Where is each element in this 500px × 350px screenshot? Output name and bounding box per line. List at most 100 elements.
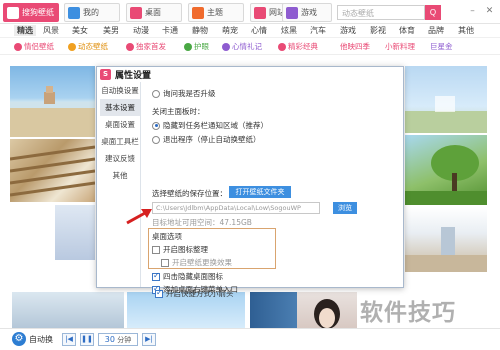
wallpaper-thumbnail[interactable] [55, 205, 95, 260]
hide-icons-label: 四击隐藏桌面图标 [163, 272, 223, 281]
category-item[interactable]: 精选 [14, 25, 36, 36]
desktop-icon [130, 6, 142, 19]
tag-row: 情侣壁纸 动态壁纸 独家首发 护眼 心情礼记 精彩经典 他映四季 小新料理 巨星… [0, 38, 500, 55]
close-button[interactable]: ✕ [483, 5, 496, 18]
category-item[interactable]: 游戏 [340, 25, 356, 36]
previous-button[interactable]: |◀ [62, 333, 76, 346]
wallpaper-effect-checkbox[interactable] [161, 258, 169, 267]
tag-label: 他映四季 [340, 42, 370, 51]
shortcut-arrow-checkbox[interactable] [155, 288, 163, 298]
sogou-logo-icon [7, 6, 19, 19]
close-option-exit[interactable]: 退出程序（停止自动换壁纸） [152, 134, 261, 145]
close-option-hide[interactable]: 隐藏到任务栏通知区域（推荐） [152, 120, 268, 131]
category-item[interactable]: 心情 [251, 25, 267, 36]
hide-to-tray-radio[interactable] [152, 121, 160, 130]
next-button[interactable]: ▶| [142, 333, 156, 346]
desktop-section-title: 桌面选项 [152, 232, 182, 241]
tag-item[interactable]: 精彩经典 [278, 41, 318, 52]
exit-program-radio[interactable] [152, 135, 160, 144]
category-item[interactable]: 静物 [192, 25, 208, 36]
category-item[interactable]: 影视 [370, 25, 386, 36]
wallpaper-thumbnail[interactable] [405, 207, 487, 272]
category-item[interactable]: 炫黑 [281, 25, 297, 36]
tag-item[interactable]: 独家首发 [126, 41, 166, 52]
upgrade-option[interactable]: 询问我是否升级 [152, 88, 216, 99]
watermark-text: 软件技巧 [360, 300, 456, 326]
nav-auto-switch-settings[interactable]: 自动换设置 [100, 82, 140, 99]
wallpaper-thumbnail[interactable] [12, 292, 124, 328]
heart-icon [14, 42, 22, 51]
tag-item[interactable]: 巨星金 [430, 41, 453, 52]
tag-label: 情侣壁纸 [24, 42, 54, 51]
tag-item[interactable]: 动态壁纸 [68, 41, 108, 52]
minimize-button[interactable]: – [466, 5, 479, 18]
wallpaper-effect-label: 开启壁纸更换效果 [172, 258, 232, 267]
film-icon [278, 42, 286, 51]
category-item[interactable]: 美女 [72, 25, 88, 36]
category-row: 精选 风景 美女 美男 动漫 卡通 静物 萌宠 心情 炫黑 汽车 游戏 影视 体… [0, 24, 500, 38]
nav-other[interactable]: 其他 [100, 167, 140, 184]
wallpaper-thumbnail[interactable] [405, 66, 487, 133]
icon-organize-option[interactable]: 开启图标整理 [152, 244, 208, 255]
wallpaper-effect-option[interactable]: 开启壁纸更换效果 [161, 257, 232, 268]
tab-desktop[interactable]: 桌面 [126, 3, 182, 22]
tag-label: 小新料理 [385, 42, 415, 51]
icon-organize-label: 开启图标整理 [163, 245, 208, 254]
nav-feedback[interactable]: 建议反馈 [100, 150, 140, 167]
category-item[interactable]: 卡通 [162, 25, 178, 36]
nav-desktop-toolbar[interactable]: 桌面工具栏 [100, 133, 140, 150]
pause-button[interactable]: ❚❚ [80, 333, 94, 346]
tab-mine[interactable]: 我的 [64, 3, 120, 22]
save-location-title: 选择壁纸的保存位置： [152, 189, 227, 198]
category-item[interactable]: 体育 [399, 25, 415, 36]
category-item[interactable]: 萌宠 [222, 25, 238, 36]
star-icon [126, 42, 134, 51]
save-path-input[interactable]: C:\Users\Jdlbm\AppData\Local\Low\SogouWP [152, 202, 320, 214]
play-icon [68, 42, 76, 51]
gear-icon[interactable]: ⚙ [12, 332, 26, 346]
category-item[interactable]: 美男 [103, 25, 119, 36]
tab-sogou-wallpaper[interactable]: 搜狗壁纸 [3, 3, 59, 22]
user-icon [68, 6, 80, 19]
nav-desktop-settings[interactable]: 桌面设置 [100, 116, 140, 133]
dialog-title: 属性设置 [115, 70, 152, 81]
interval-selector[interactable]: 30 分钟 [98, 333, 138, 346]
category-item[interactable]: 风景 [43, 25, 59, 36]
browse-button[interactable]: 浏览 [333, 202, 357, 214]
hide-icons-option[interactable]: 四击隐藏桌面图标 [152, 271, 223, 282]
shortcut-arrow-option[interactable]: 开启快捷方式小箭头 [155, 288, 234, 299]
category-item[interactable]: 汽车 [310, 25, 326, 36]
wallpaper-thumbnail[interactable] [10, 66, 95, 137]
tag-label: 心情礼记 [232, 42, 262, 51]
tab-label: 搜狗壁纸 [22, 8, 54, 17]
search-input[interactable]: 动态壁纸 [337, 5, 425, 20]
tag-item[interactable]: 他映四季 [340, 41, 370, 52]
wallpaper-thumbnail[interactable] [405, 135, 487, 205]
category-item[interactable]: 品牌 [428, 25, 444, 36]
hide-icons-checkbox[interactable] [152, 271, 160, 281]
open-folder-button[interactable]: 打开壁纸文件夹 [229, 186, 291, 198]
tag-label: 护眼 [194, 42, 209, 51]
tag-item[interactable]: 护眼 [184, 41, 209, 52]
tab-label: 主题 [207, 8, 223, 17]
nav-basic-settings[interactable]: 基本设置 [100, 99, 140, 116]
disk-space-label: 目标地址可用空间：47.15GB [152, 218, 252, 227]
tag-item[interactable]: 情侣壁纸 [14, 41, 54, 52]
icon-organize-checkbox[interactable] [152, 245, 160, 254]
close-option-label: 隐藏到任务栏通知区域（推荐） [163, 121, 268, 130]
wallpaper-thumbnail[interactable] [10, 139, 95, 202]
tag-item[interactable]: 心情礼记 [222, 41, 262, 52]
globe-icon [254, 6, 266, 19]
tab-game[interactable]: 游戏 [282, 3, 332, 22]
tag-item[interactable]: 小新料理 [385, 41, 415, 52]
tab-theme[interactable]: 主题 [188, 3, 244, 22]
search-button[interactable]: Q [425, 5, 441, 20]
red-arrow-icon [126, 209, 152, 225]
tag-label: 独家首发 [136, 42, 166, 51]
upgrade-label: 询问我是否升级 [163, 89, 216, 98]
gamepad-icon [286, 6, 298, 19]
upgrade-radio[interactable] [152, 89, 160, 98]
close-section-title: 关闭主面板时： [152, 107, 205, 116]
category-item[interactable]: 其他 [458, 25, 474, 36]
category-item[interactable]: 动漫 [133, 25, 149, 36]
